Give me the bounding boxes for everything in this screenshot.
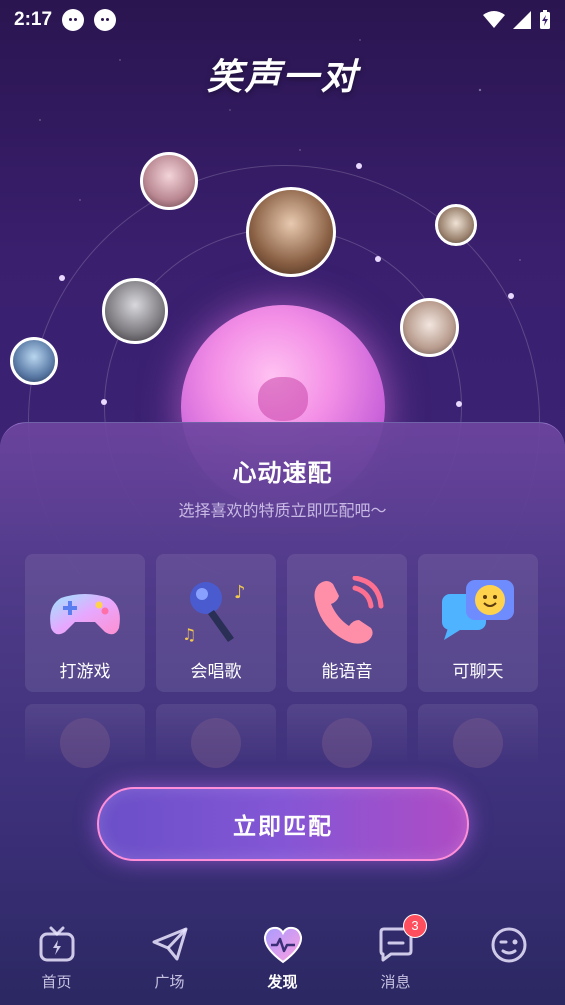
trait-card-faded: [287, 704, 407, 768]
trait-card-gaming[interactable]: 打游戏: [25, 554, 145, 692]
nav-label: 发现: [267, 973, 298, 991]
wifi-icon: [483, 11, 505, 28]
app-notification-icon: [62, 9, 85, 31]
gamepad-icon: [50, 594, 120, 635]
user-avatar[interactable]: [435, 204, 477, 246]
trait-card-chat[interactable]: 可聊天: [418, 554, 538, 692]
emoji-face-icon: [491, 927, 526, 963]
trait-label: 可聊天: [452, 662, 504, 682]
trait-card-faded: [156, 704, 276, 768]
svg-text:♪: ♪: [234, 582, 246, 603]
orbit-dot: [59, 275, 65, 281]
nav-label: 广场: [154, 973, 185, 991]
avatar-icon: [191, 718, 241, 768]
mascot-face-icon: [258, 377, 308, 421]
svg-text:♫: ♫: [182, 625, 196, 644]
orbit-dot: [508, 293, 514, 299]
orbit-dot: [101, 399, 107, 405]
avatar-icon: [453, 718, 503, 768]
nav-item-square[interactable]: 广场: [113, 914, 226, 1004]
nav-item-discover[interactable]: 发现: [226, 914, 339, 1004]
unread-badge: 3: [403, 914, 427, 938]
app-logo: 笑声一对: [206, 57, 359, 98]
trait-card-faded: [418, 704, 538, 768]
trait-card-voice[interactable]: 能语音: [287, 554, 407, 692]
app-notification-icon: [94, 9, 117, 31]
user-avatar[interactable]: [10, 337, 58, 385]
nav-label: 消息: [380, 973, 411, 991]
signal-icon: [513, 11, 531, 29]
chat-icon: [442, 580, 514, 640]
orbit-dot: [356, 163, 362, 169]
match-now-button[interactable]: 立即匹配: [97, 787, 469, 861]
orbit-dot: [456, 401, 462, 407]
trait-card-faded: [25, 704, 145, 768]
nav-item-messages[interactable]: 3 消息: [339, 914, 452, 1004]
user-avatar[interactable]: [400, 298, 459, 357]
heart-pulse-icon: [263, 926, 302, 964]
tv-icon: [39, 926, 74, 962]
status-time: 2:17: [14, 9, 53, 30]
status-bar: 2:17: [0, 0, 565, 40]
nav-item-profile[interactable]: [452, 914, 565, 1004]
nav-item-home[interactable]: 首页: [0, 914, 113, 1004]
trait-label: 会唱歌: [190, 662, 242, 682]
bottom-nav: 首页 广场 发现 3 消息: [0, 914, 565, 1004]
microphone-icon: ♪ ♫: [182, 582, 246, 644]
phone-icon: [314, 576, 384, 644]
nav-label: 首页: [41, 973, 72, 991]
user-avatar[interactable]: [246, 187, 336, 277]
user-avatar[interactable]: [102, 278, 168, 344]
trait-label: 能语音: [321, 662, 373, 682]
trait-card-singing[interactable]: ♪ ♫ 会唱歌: [156, 554, 276, 692]
status-indicators: [483, 10, 551, 30]
user-avatar[interactable]: [140, 152, 198, 210]
avatar-icon: [60, 718, 110, 768]
orbit-dot: [375, 256, 381, 262]
trait-label: 打游戏: [59, 662, 111, 682]
panel-title: 心动速配: [232, 459, 333, 487]
paper-plane-icon: [152, 927, 187, 961]
panel-subtitle: 选择喜欢的特质立即匹配吧～: [178, 501, 387, 520]
avatar-icon: [322, 718, 372, 768]
battery-icon: [540, 10, 550, 29]
